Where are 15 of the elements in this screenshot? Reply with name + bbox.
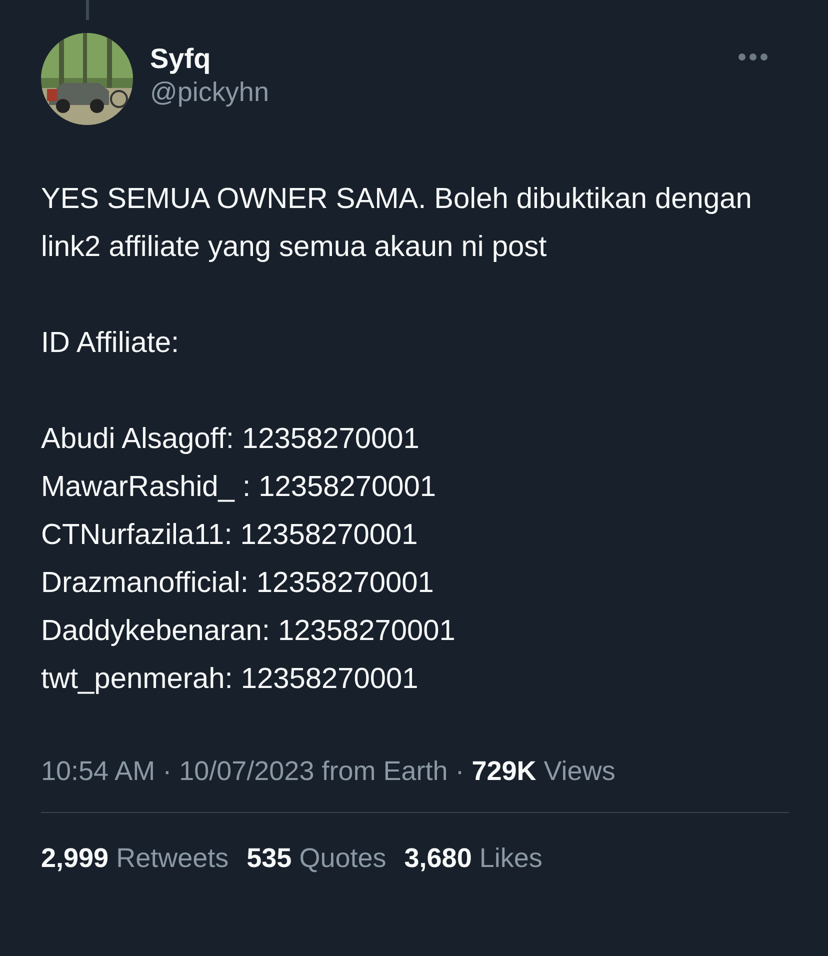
affiliate-line: Drazmanofficial: 12358270001 xyxy=(41,566,435,601)
affiliate-line: MawarRashid_ : 12358270001 xyxy=(41,470,437,505)
more-icon[interactable] xyxy=(738,53,768,61)
stat-link[interactable]: 2,999 Retweets xyxy=(41,838,229,878)
affiliate-line: CTNurfazila11: 12358270001 xyxy=(41,518,419,553)
author-name[interactable]: Syfq xyxy=(150,42,721,74)
tweet-paragraph: YES SEMUA OWNER SAMA. Boleh dibuktikan dengan link2 affiliate yang semua akaun ni post xyxy=(41,182,753,265)
author-handle[interactable]: @pickyhn xyxy=(150,76,721,108)
stat-link[interactable]: 535 Quotes xyxy=(246,838,386,878)
affiliate-line: twt_penmerah: 12358270001 xyxy=(41,662,420,697)
tweet-paragraph: ID Affiliate: xyxy=(41,326,180,361)
affiliate-line: Daddykebenaran: 12358270001 xyxy=(41,614,456,649)
tweet-meta: 10:54 AM · 10/07/2023 from Earth · 729K Views xyxy=(41,755,616,788)
stat-link[interactable]: 3,680 Likes xyxy=(404,838,542,878)
affiliate-line: Abudi Alsagoff: 12358270001 xyxy=(41,422,420,457)
